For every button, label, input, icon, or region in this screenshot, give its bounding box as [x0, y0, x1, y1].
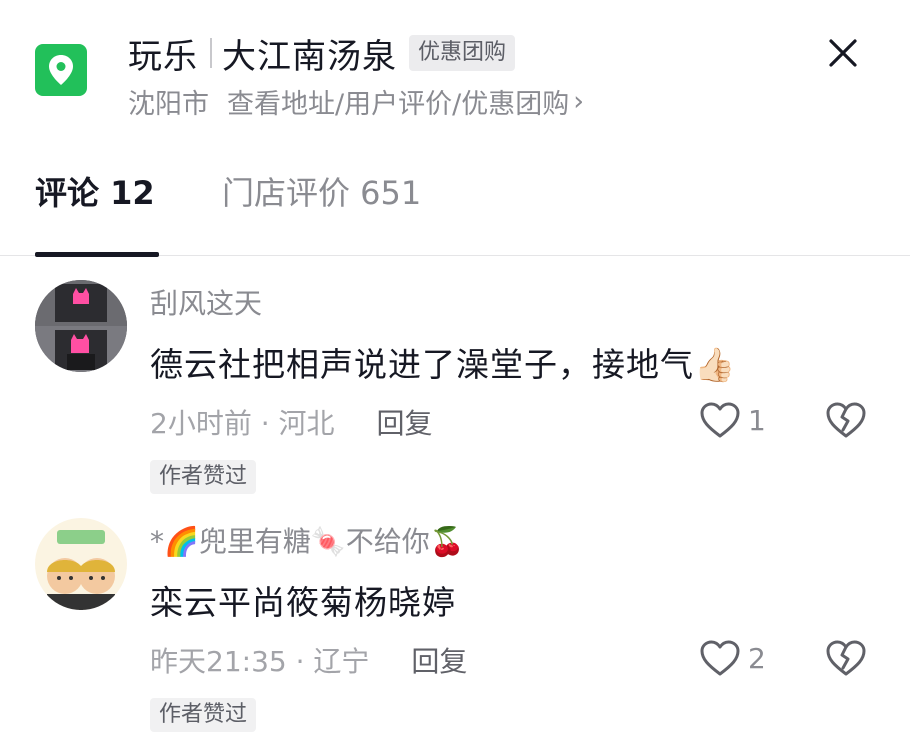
close-icon[interactable]	[826, 36, 860, 70]
poi-city: 沈阳市	[128, 89, 209, 120]
reply-button[interactable]: 回复	[411, 640, 467, 680]
like-count: 2	[748, 641, 766, 675]
like-button[interactable]: 1	[698, 400, 766, 440]
title-divider	[210, 38, 212, 68]
broken-heart-icon	[826, 402, 866, 438]
comment-text: 栾云平尚筱菊杨晓婷	[150, 583, 456, 622]
dislike-button[interactable]	[824, 638, 868, 682]
avatar[interactable]	[35, 280, 127, 372]
like-button[interactable]: 2	[698, 638, 766, 678]
location-pin-icon[interactable]	[35, 44, 87, 96]
poi-category: 玩乐	[128, 36, 198, 77]
comment-text: 德云社把相声说进了澡堂子，接地气👍🏻	[150, 345, 737, 384]
broken-heart-icon	[826, 640, 866, 676]
chevron-right-icon: ›	[573, 86, 585, 117]
comment-username[interactable]: *🌈兜里有糖🍬不给你🍒	[150, 520, 465, 560]
avatar[interactable]	[35, 518, 127, 610]
poi-subtitle-link[interactable]: 沈阳市 查看地址/用户评价/优惠团购 ›	[128, 82, 584, 121]
tab-store-reviews[interactable]: 门店评价 651	[222, 168, 421, 214]
author-liked-badge: 作者赞过	[150, 698, 257, 732]
heart-icon	[700, 640, 740, 676]
comment-meta: 2小时前 · 河北 回复	[150, 402, 433, 442]
like-count: 1	[748, 403, 766, 437]
active-tab-indicator	[35, 252, 159, 257]
heart-icon	[700, 402, 740, 438]
group-buy-tag: 优惠团购	[409, 35, 516, 71]
comment-meta: 昨天21:35 · 辽宁 回复	[150, 640, 467, 680]
tab-bar: 评论 12 门店评价 651	[0, 150, 910, 257]
comment-time-location: 2小时前 · 河北	[150, 407, 335, 440]
dislike-button[interactable]	[824, 400, 868, 444]
comment-username[interactable]: 刮风这天	[150, 282, 262, 322]
poi-title-row[interactable]: 玩乐 大江南汤泉 优惠团购	[128, 30, 516, 77]
tab-comments[interactable]: 评论 12	[35, 168, 155, 214]
comment-time-location: 昨天21:35 · 辽宁	[150, 645, 370, 678]
poi-header: 玩乐 大江南汤泉 优惠团购 沈阳市 查看地址/用户评价/优惠团购 ›	[0, 0, 910, 130]
author-liked-badge: 作者赞过	[150, 460, 257, 494]
reply-button[interactable]: 回复	[377, 402, 433, 442]
poi-links: 查看地址/用户评价/优惠团购	[227, 89, 570, 120]
poi-name: 大江南汤泉	[222, 36, 397, 77]
